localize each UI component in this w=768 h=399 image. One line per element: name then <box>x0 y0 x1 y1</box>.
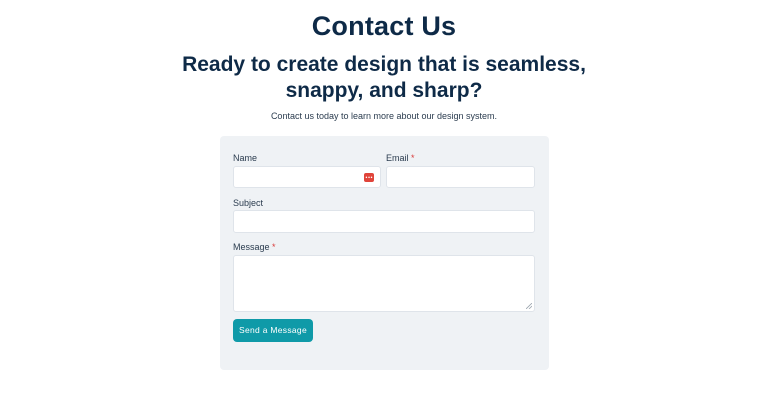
message-label-text: Message <box>233 242 270 252</box>
subject-label: Subject <box>233 198 263 208</box>
page-title: Contact Us <box>311 11 457 41</box>
subject-label-text: Subject <box>233 198 264 208</box>
subject-field[interactable] <box>233 210 535 233</box>
page-subtext: Contact us today to learn more about our… <box>270 111 498 121</box>
name-field[interactable]: ••• <box>233 166 381 188</box>
page-headline: Ready to create design that is seamless,… <box>182 53 586 102</box>
autofill-icon[interactable]: ••• <box>364 173 374 182</box>
message-label: Message * <box>233 242 276 252</box>
name-label: Name <box>233 153 257 163</box>
contact-form: Name ••• Email * Subject Message * Send … <box>220 136 549 370</box>
message-field[interactable] <box>233 255 535 312</box>
email-label-text: Email <box>386 153 409 163</box>
resize-handle-icon[interactable] <box>526 303 532 309</box>
name-label-text: Name <box>233 153 258 163</box>
contact-page: Contact Us Ready to create design that i… <box>0 0 768 399</box>
send-message-button[interactable]: Send a Message <box>233 319 313 342</box>
email-field[interactable] <box>386 166 535 188</box>
email-required-marker: * <box>411 153 415 163</box>
email-label: Email * <box>386 153 415 163</box>
message-required-marker: * <box>272 242 276 252</box>
